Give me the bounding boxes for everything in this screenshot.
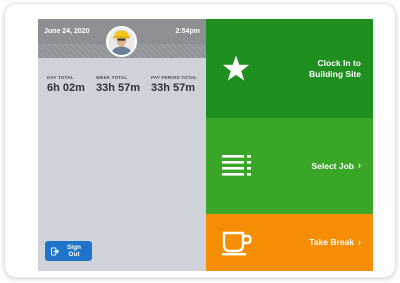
star-icon	[222, 55, 250, 81]
sign-out-button[interactable]: Sign Out	[45, 241, 92, 261]
sign-out-icon	[51, 247, 59, 255]
sign-out-label: Sign Out	[66, 244, 82, 258]
chevron-right-icon: ›	[358, 236, 361, 247]
app-screen: June 24, 2020 2:54pm DAY TOTAL 6h 02m WE…	[38, 19, 373, 271]
coffee-cup-icon	[222, 231, 252, 255]
take-break-label: Take Break	[309, 237, 354, 248]
clock-in-tile[interactable]: Clock In to Building Site	[206, 19, 373, 118]
avatar	[106, 26, 137, 57]
worker-avatar-icon	[108, 28, 135, 55]
action-tiles: Clock In to Building Site Select Job › T…	[206, 19, 373, 271]
select-job-label-row: Select Job ›	[311, 160, 361, 171]
select-job-tile[interactable]: Select Job ›	[206, 118, 373, 214]
current-date: June 24, 2020	[44, 28, 90, 35]
stat-value: 6h 02m	[47, 82, 85, 94]
pay-period-total: PAY PERIOD TOTAL 33h 57m	[151, 75, 197, 94]
stat-value: 33h 57m	[151, 82, 196, 94]
status-panel: June 24, 2020 2:54pm DAY TOTAL 6h 02m WE…	[38, 19, 206, 271]
tablet-frame: June 24, 2020 2:54pm DAY TOTAL 6h 02m WE…	[4, 3, 396, 278]
stat-label: DAY TOTAL	[47, 75, 74, 80]
current-time: 2:54pm	[175, 28, 200, 35]
select-job-label: Select Job	[311, 160, 354, 171]
take-break-label-row: Take Break ›	[309, 237, 361, 248]
clock-in-label-line2: Building Site	[309, 68, 361, 79]
stat-value: 33h 57m	[95, 82, 140, 94]
chevron-right-icon: ›	[358, 160, 361, 171]
clock-in-label-line1: Clock In to	[317, 57, 361, 68]
week-total: WEEK TOTAL 33h 57m	[96, 75, 140, 94]
day-total: DAY TOTAL 6h 02m	[47, 75, 85, 94]
list-icon	[222, 155, 251, 176]
take-break-tile[interactable]: Take Break ›	[206, 214, 373, 271]
stat-label: PAY PERIOD TOTAL	[151, 75, 197, 80]
clock-in-label: Clock In to Building Site	[309, 58, 361, 79]
time-totals: DAY TOTAL 6h 02m WEEK TOTAL 33h 57m PAY …	[38, 75, 206, 94]
stat-label: WEEK TOTAL	[95, 75, 128, 80]
